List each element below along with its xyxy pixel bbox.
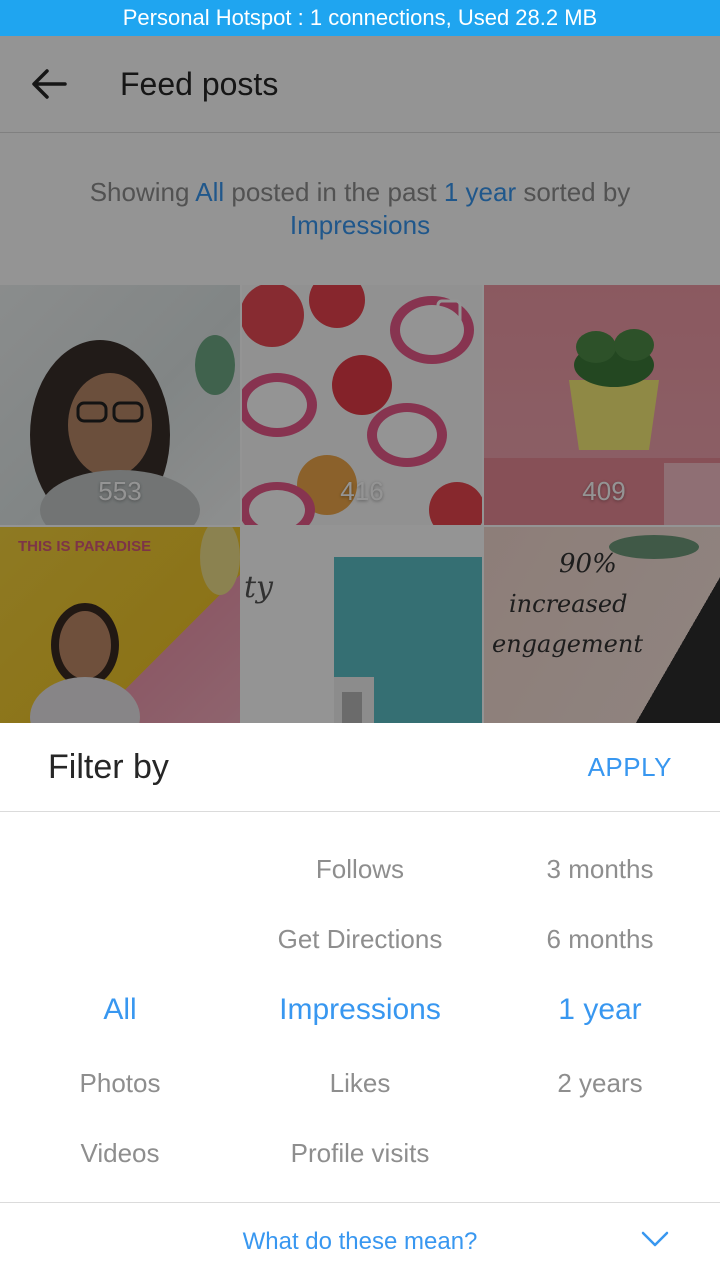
- picker-option[interactable]: Profile visits: [240, 1138, 480, 1169]
- help-link[interactable]: What do these mean?: [243, 1228, 478, 1256]
- help-bar[interactable]: What do these mean?: [0, 1202, 720, 1280]
- picker-option[interactable]: Photos: [0, 1068, 240, 1099]
- picker-option[interactable]: All: [0, 993, 240, 1027]
- picker-option[interactable]: Videos: [0, 1138, 240, 1169]
- filter-sheet-title: Filter by: [48, 747, 169, 786]
- modal-scrim[interactable]: [0, 36, 720, 723]
- metric-picker[interactable]: Follows Get Directions Impressions Likes…: [240, 812, 480, 1202]
- picker-option[interactable]: 1 year: [480, 993, 720, 1027]
- filter-pickers: All Photos Videos Follows Get Directions…: [0, 812, 720, 1202]
- picker-option[interactable]: Impressions: [240, 993, 480, 1027]
- picker-option[interactable]: Get Directions: [240, 924, 480, 955]
- filter-sheet: Filter by APPLY All Photos Videos Follow…: [0, 723, 720, 1280]
- picker-option[interactable]: 3 months: [480, 854, 720, 885]
- picker-option[interactable]: 6 months: [480, 924, 720, 955]
- chevron-down-icon[interactable]: [640, 1229, 670, 1249]
- picker-option[interactable]: 2 years: [480, 1068, 720, 1099]
- status-bar: Personal Hotspot : 1 connections, Used 2…: [0, 0, 720, 36]
- picker-option[interactable]: Likes: [240, 1068, 480, 1099]
- filter-sheet-header: Filter by APPLY: [0, 723, 720, 812]
- apply-button[interactable]: APPLY: [588, 752, 672, 783]
- status-bar-text: Personal Hotspot : 1 connections, Used 2…: [122, 5, 598, 30]
- time-range-picker[interactable]: 3 months 6 months 1 year 2 years: [480, 812, 720, 1202]
- content-type-picker[interactable]: All Photos Videos: [0, 812, 240, 1202]
- picker-option[interactable]: Follows: [240, 854, 480, 885]
